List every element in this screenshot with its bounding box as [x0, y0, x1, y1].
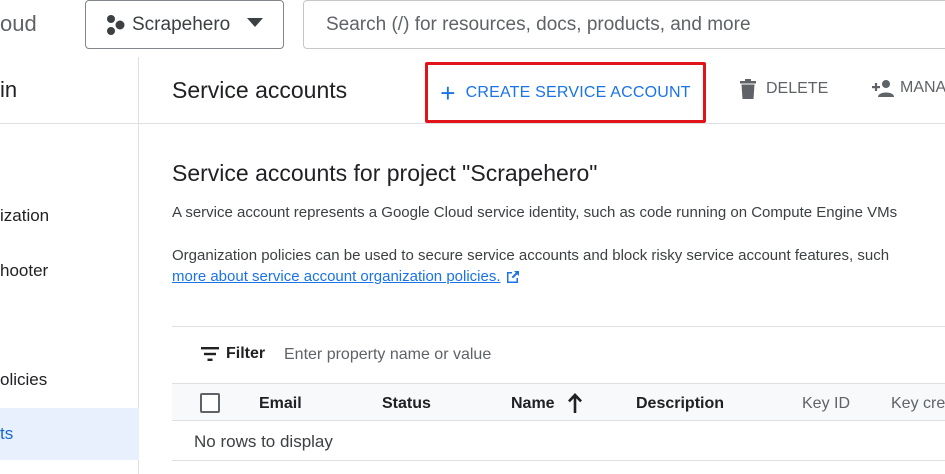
side-nav-title: in: [0, 77, 18, 102]
side-nav: in ization hooter olicies ts: [0, 57, 139, 474]
chevron-down-icon: [247, 18, 263, 27]
project-name: Scrapehero: [132, 13, 231, 35]
person-add-icon: [872, 80, 894, 97]
filter-button[interactable]: Filter: [201, 345, 265, 363]
sidebar-item-troubleshooter[interactable]: hooter: [0, 245, 139, 297]
column-header-email[interactable]: Email: [259, 395, 302, 413]
page-toolbar: Service accounts + CREATE SERVICE ACCOUN…: [139, 57, 945, 124]
nav-divider: [0, 123, 139, 124]
select-all-checkbox[interactable]: [200, 393, 220, 413]
plus-icon: +: [440, 77, 456, 108]
top-bar: oud Scrapehero: [0, 0, 945, 57]
column-header-description[interactable]: Description: [636, 395, 724, 413]
delete-button[interactable]: DELETE: [739, 79, 828, 99]
create-button-label: CREATE SERVICE ACCOUNT: [465, 83, 691, 101]
sidebar-item-policies[interactable]: olicies: [0, 354, 139, 406]
project-hexagon-icon: [105, 14, 127, 36]
column-header-status[interactable]: Status: [382, 395, 431, 413]
brand-logo-text[interactable]: oud: [0, 8, 37, 40]
section-title: Service accounts for project "Scrapehero…: [172, 160, 598, 186]
create-service-account-button[interactable]: + CREATE SERVICE ACCOUNT: [425, 62, 706, 123]
sort-ascending-icon[interactable]: [566, 392, 584, 414]
page-title: Service accounts: [172, 77, 348, 103]
learn-more-link[interactable]: more about service account organization …: [172, 268, 520, 285]
search-input[interactable]: [303, 0, 945, 49]
filter-input[interactable]: [284, 343, 684, 367]
trash-icon: [740, 79, 756, 99]
empty-state-text: No rows to display: [194, 432, 333, 451]
column-header-key-created[interactable]: Key cre: [891, 395, 945, 413]
delete-button-label: DELETE: [766, 80, 829, 97]
org-policy-text: Organization policies can be used to sec…: [172, 247, 890, 264]
description-text: A service account represents a Google Cl…: [172, 204, 898, 221]
sidebar-item-service-accounts[interactable]: ts: [0, 408, 139, 460]
learn-more-label: more about service account organization …: [172, 268, 501, 285]
filter-label: Filter: [226, 345, 266, 362]
table-header: Email Status Name Description Key ID Key…: [172, 383, 945, 421]
filter-bar: Filter: [172, 327, 945, 383]
empty-state-row: No rows to display: [172, 421, 945, 461]
sidebar-item-organization[interactable]: ization: [0, 190, 139, 242]
manage-button-label: MANA: [900, 79, 945, 96]
column-header-name[interactable]: Name: [511, 395, 555, 413]
external-link-icon: [506, 270, 519, 283]
project-picker[interactable]: Scrapehero: [85, 0, 284, 49]
column-header-key-id[interactable]: Key ID: [802, 395, 850, 413]
manage-access-button[interactable]: MANA: [872, 79, 945, 97]
filter-icon: [201, 347, 219, 361]
service-accounts-table: Filter Email Status Name Description Key…: [172, 326, 945, 474]
